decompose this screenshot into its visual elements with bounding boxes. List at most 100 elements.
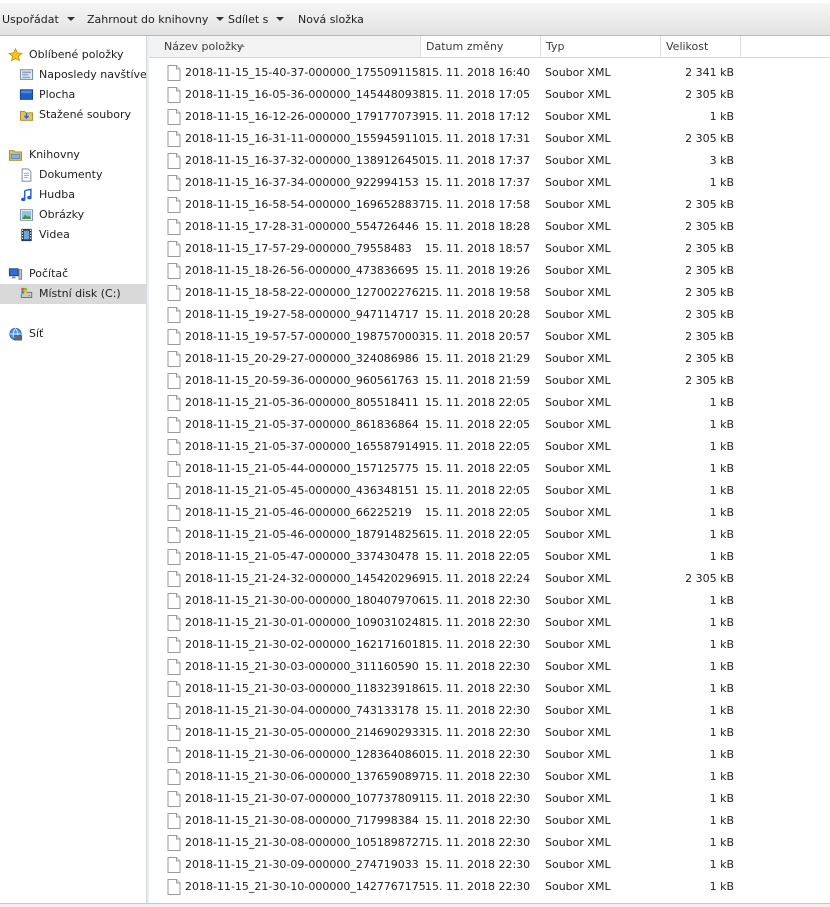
file-row[interactable]: 2018-11-15_21-05-37-000000_1655879149 15.… bbox=[149, 436, 830, 458]
file-date-modified: 15. 11. 2018 20:28 bbox=[425, 308, 531, 321]
file-size: 1 kB bbox=[709, 396, 734, 409]
file-row[interactable]: 2018-11-15_21-30-03-000000_311160590 15. … bbox=[149, 656, 830, 678]
file-name: 2018-11-15_16-31-11-000000_1559459110 bbox=[185, 132, 426, 145]
file-name: 2018-11-15_21-05-45-000000_436348151 bbox=[185, 484, 419, 497]
xml-file-icon bbox=[167, 593, 181, 609]
nav-local-disk-c[interactable]: Místní disk (C:) bbox=[0, 284, 146, 304]
xml-file-icon bbox=[167, 505, 181, 521]
file-row[interactable]: 2018-11-15_21-30-02-000000_1621716018 15.… bbox=[149, 634, 830, 656]
file-row[interactable]: 2018-11-15_21-30-06-000000_1283640860 15.… bbox=[149, 744, 830, 766]
file-row[interactable]: 2018-11-15_19-57-57-000000_1987570003 15.… bbox=[149, 326, 830, 348]
file-type: Soubor XML bbox=[545, 726, 611, 739]
column-type[interactable]: Typ bbox=[541, 36, 661, 57]
xml-file-icon bbox=[167, 417, 181, 433]
share-with-button[interactable]: Sdílet s bbox=[228, 12, 285, 28]
nav-videos[interactable]: Videa bbox=[0, 225, 146, 245]
file-row[interactable]: 2018-11-15_20-29-27-000000_324086986 15. … bbox=[149, 348, 830, 370]
file-type: Soubor XML bbox=[545, 66, 611, 79]
chevron-down-icon bbox=[66, 17, 75, 21]
file-row[interactable]: 2018-11-15_19-27-58-000000_947114717 15. … bbox=[149, 304, 830, 326]
file-date-modified: 15. 11. 2018 22:30 bbox=[425, 616, 531, 629]
file-date-modified: 15. 11. 2018 18:57 bbox=[425, 242, 531, 255]
file-row[interactable]: 2018-11-15_21-30-10-000000_1427767175 15.… bbox=[149, 876, 830, 898]
file-row[interactable]: 2018-11-15_21-30-09-000000_274719033 15. … bbox=[149, 854, 830, 876]
nav-network[interactable]: Síť bbox=[0, 324, 146, 344]
file-size: 1 kB bbox=[709, 440, 734, 453]
file-row[interactable]: 2018-11-15_21-05-44-000000_157125775 15. … bbox=[149, 458, 830, 480]
file-date-modified: 15. 11. 2018 22:30 bbox=[425, 836, 531, 849]
file-row[interactable]: 2018-11-15_16-05-36-000000_1454480938 15.… bbox=[149, 84, 830, 106]
file-row[interactable]: 2018-11-15_21-05-36-000000_805518411 15. … bbox=[149, 392, 830, 414]
file-name: 2018-11-15_16-37-34-000000_922994153 bbox=[185, 176, 419, 189]
file-row[interactable]: 2018-11-15_15-40-37-000000_1755091158 15.… bbox=[149, 62, 830, 84]
file-size: 2 305 kB bbox=[685, 286, 734, 299]
file-row[interactable]: 2018-11-15_17-28-31-000000_554726446 15. … bbox=[149, 216, 830, 238]
file-row[interactable]: 2018-11-15_16-37-34-000000_922994153 15. … bbox=[149, 172, 830, 194]
file-type: Soubor XML bbox=[545, 704, 611, 717]
file-row[interactable]: 2018-11-15_21-30-00-000000_1804079706 15.… bbox=[149, 590, 830, 612]
file-size: 2 305 kB bbox=[685, 264, 734, 277]
nav-music[interactable]: Hudba bbox=[0, 185, 146, 205]
file-name: 2018-11-15_20-29-27-000000_324086986 bbox=[185, 352, 419, 365]
file-row[interactable]: 2018-11-15_16-37-32-000000_1389126450 15.… bbox=[149, 150, 830, 172]
nav-libraries[interactable]: Knihovny bbox=[0, 145, 146, 165]
file-row[interactable]: 2018-11-15_21-05-45-000000_436348151 15. … bbox=[149, 480, 830, 502]
include-in-library-button[interactable]: Zahrnout do knihovny bbox=[87, 12, 225, 28]
file-type: Soubor XML bbox=[545, 330, 611, 343]
file-name: 2018-11-15_16-12-26-000000_1791770739 bbox=[185, 110, 426, 123]
nav-desktop[interactable]: Plocha bbox=[0, 85, 146, 105]
file-row[interactable]: 2018-11-15_17-57-29-000000_79558483 15. 1… bbox=[149, 238, 830, 260]
file-name: 2018-11-15_16-37-32-000000_1389126450 bbox=[185, 154, 426, 167]
column-name[interactable]: Název položky bbox=[149, 36, 421, 57]
file-type: Soubor XML bbox=[545, 264, 611, 277]
videos-icon bbox=[21, 228, 32, 242]
file-row[interactable]: 2018-11-15_21-30-01-000000_1090310248 15.… bbox=[149, 612, 830, 634]
file-row[interactable]: 2018-11-15_21-30-07-000000_1077378091 15.… bbox=[149, 788, 830, 810]
organize-button[interactable]: Uspořádat bbox=[2, 12, 75, 28]
file-row[interactable]: 2018-11-15_21-05-46-000000_1879148256 15.… bbox=[149, 524, 830, 546]
file-row[interactable]: 2018-11-15_21-30-08-000000_1051898727 15.… bbox=[149, 832, 830, 854]
file-row[interactable]: 2018-11-15_21-30-05-000000_2146902933 15.… bbox=[149, 722, 830, 744]
file-type: Soubor XML bbox=[545, 242, 611, 255]
file-row[interactable]: 2018-11-15_21-30-04-000000_743133178 15. … bbox=[149, 700, 830, 722]
file-row[interactable]: 2018-11-15_21-05-46-000000_66225219 15. 1… bbox=[149, 502, 830, 524]
file-row[interactable]: 2018-11-15_21-05-37-000000_861836864 15. … bbox=[149, 414, 830, 436]
file-type: Soubor XML bbox=[545, 880, 611, 893]
file-row[interactable]: 2018-11-15_16-31-11-000000_1559459110 15.… bbox=[149, 128, 830, 150]
file-size: 1 kB bbox=[709, 770, 734, 783]
column-date-modified[interactable]: Datum změny bbox=[421, 36, 541, 57]
file-row[interactable]: 2018-11-15_16-12-26-000000_1791770739 15.… bbox=[149, 106, 830, 128]
column-size[interactable]: Velikost bbox=[661, 36, 741, 57]
nav-documents[interactable]: Dokumenty bbox=[0, 165, 146, 185]
new-folder-button[interactable]: Nová složka bbox=[298, 12, 364, 28]
file-row[interactable]: 2018-11-15_18-26-56-000000_473836695 15. … bbox=[149, 260, 830, 282]
file-name: 2018-11-15_21-05-37-000000_861836864 bbox=[185, 418, 419, 431]
pictures-icon bbox=[19, 209, 34, 221]
nav-downloads[interactable]: Stažené soubory bbox=[0, 105, 146, 125]
nav-pictures[interactable]: Obrázky bbox=[0, 205, 146, 225]
nav-computer[interactable]: Počítač bbox=[0, 264, 146, 284]
file-date-modified: 15. 11. 2018 22:30 bbox=[425, 814, 531, 827]
xml-file-icon bbox=[167, 153, 181, 169]
xml-file-icon bbox=[167, 461, 181, 477]
file-row[interactable]: 2018-11-15_21-30-03-000000_1183239186 15.… bbox=[149, 678, 830, 700]
file-name: 2018-11-15_17-28-31-000000_554726446 bbox=[185, 220, 419, 233]
file-name: 2018-11-15_19-27-58-000000_947114717 bbox=[185, 308, 419, 321]
xml-file-icon bbox=[167, 571, 181, 587]
file-row[interactable]: 2018-11-15_16-58-54-000000_1696528837 15.… bbox=[149, 194, 830, 216]
file-row[interactable]: 2018-11-15_18-58-22-000000_1270022762 15.… bbox=[149, 282, 830, 304]
file-type: Soubor XML bbox=[545, 792, 611, 805]
file-row[interactable]: 2018-11-15_20-59-36-000000_960561763 15. … bbox=[149, 370, 830, 392]
nav-recent-places[interactable]: Naposledy navštívené bbox=[0, 65, 146, 85]
file-date-modified: 15. 11. 2018 22:05 bbox=[425, 462, 531, 475]
file-row[interactable]: 2018-11-15_21-30-08-000000_717998384 15. … bbox=[149, 810, 830, 832]
file-row[interactable]: 2018-11-15_21-05-47-000000_337430478 15. … bbox=[149, 546, 830, 568]
nav-favorites[interactable]: Oblíbené položky bbox=[0, 45, 146, 65]
command-bar: Uspořádat Zahrnout do knihovny Sdílet s … bbox=[0, 0, 830, 36]
xml-file-icon bbox=[167, 439, 181, 455]
file-row[interactable]: 2018-11-15_21-30-06-000000_1376590897 15.… bbox=[149, 766, 830, 788]
file-row[interactable]: 2018-11-15_21-24-32-000000_1454202969 15.… bbox=[149, 568, 830, 590]
share-with-label: Sdílet s bbox=[228, 13, 269, 26]
file-name: 2018-11-15_21-05-46-000000_1879148256 bbox=[185, 528, 426, 541]
xml-file-icon bbox=[167, 109, 181, 125]
